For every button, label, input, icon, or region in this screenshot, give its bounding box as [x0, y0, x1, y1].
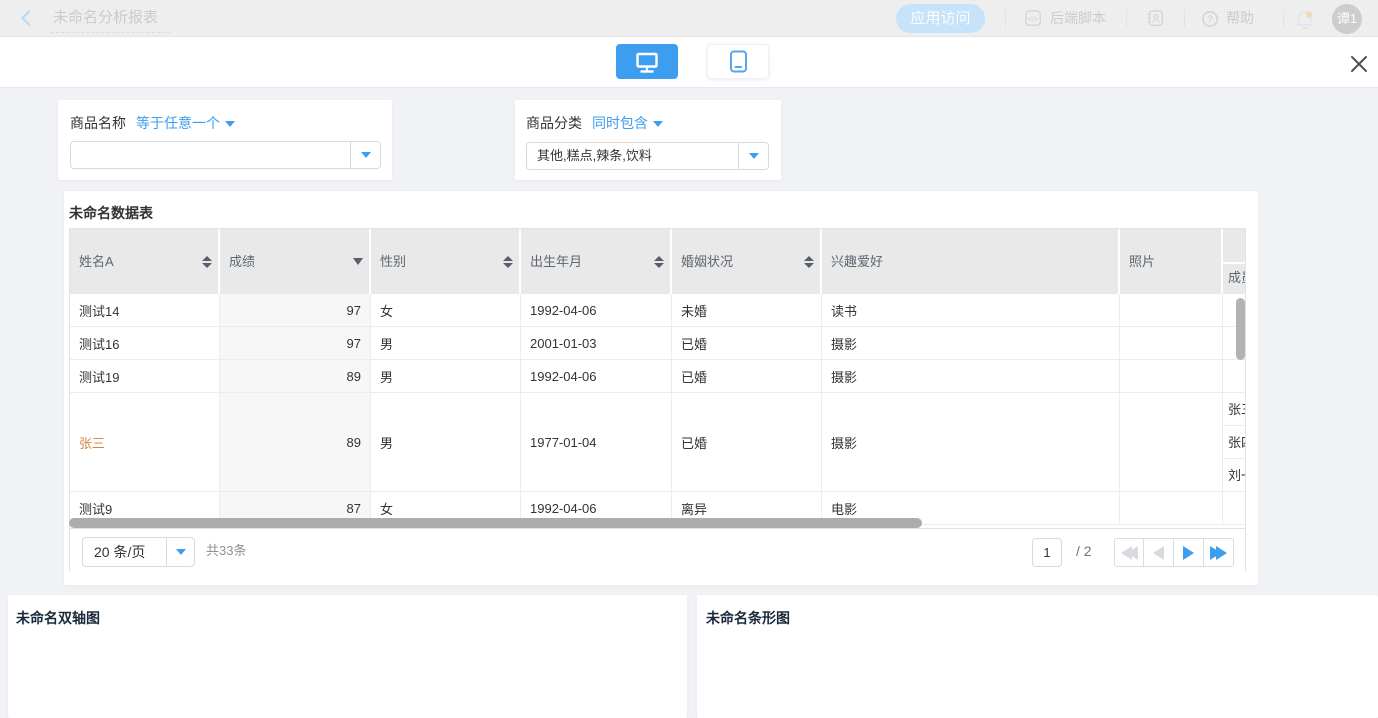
svg-text:?: ? [1207, 15, 1213, 26]
svg-text:</>: </> [1028, 14, 1038, 23]
